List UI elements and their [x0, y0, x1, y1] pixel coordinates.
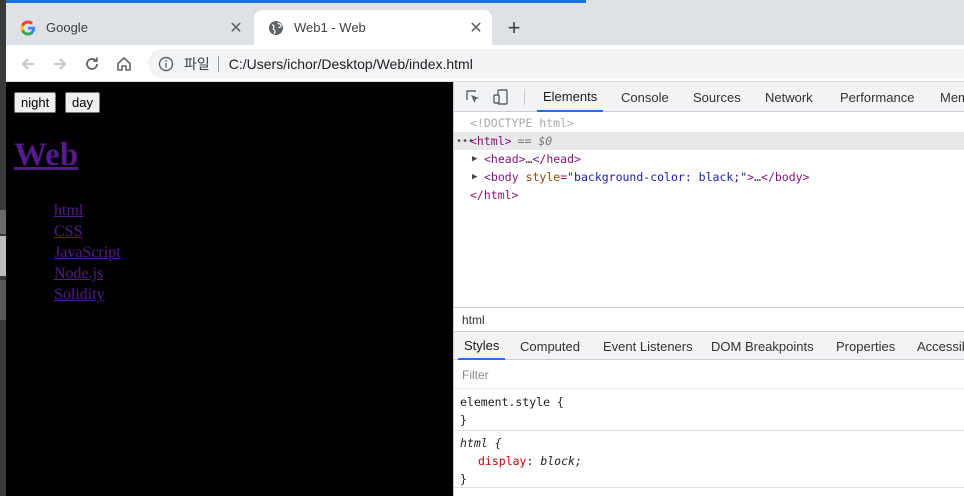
- topic-link-list: html CSS JavaScript Node.js Solidity: [54, 200, 121, 305]
- tab-performance[interactable]: Performance: [840, 82, 914, 112]
- selected-marker: == $0: [517, 134, 553, 148]
- back-arrow-icon: [21, 58, 34, 70]
- tab-dom-breakpoints[interactable]: DOM Breakpoints: [711, 332, 814, 360]
- url-scheme-label: 파일: [184, 55, 210, 72]
- browser-toolbar: 파일 C:/Users/ichor/Desktop/Web/index.html: [6, 45, 964, 82]
- close-icon[interactable]: ✕: [466, 18, 486, 38]
- omnibox-divider: [217, 55, 219, 72]
- head-ellipsis: …: [525, 152, 533, 166]
- rule-element-style[interactable]: element.style { }: [454, 391, 964, 431]
- breadcrumb: html: [454, 307, 964, 332]
- rule-html[interactable]: html { display: block; }: [454, 432, 964, 488]
- body-open-bracket: >: [747, 170, 755, 184]
- tab-strip: Google ✕ Web1 - Web ✕ +: [6, 10, 964, 45]
- inspect-element-icon[interactable]: [464, 88, 482, 106]
- info-icon: [158, 56, 174, 71]
- home-button[interactable]: [111, 51, 137, 77]
- tab-accessibility[interactable]: Accessib: [917, 332, 964, 360]
- link-javascript[interactable]: JavaScript: [54, 242, 121, 263]
- browser-window: Google ✕ Web1 - Web ✕ + 파일 C:/Users/icho…: [6, 0, 964, 496]
- tab-computed[interactable]: Computed: [520, 332, 580, 360]
- dom-body-node[interactable]: ▶ <body style = "background-color: black;"…: [454, 168, 964, 186]
- page-viewport: night day Web html CSS JavaScript Node.j…: [6, 82, 453, 496]
- html-close-tag: </html>: [470, 188, 519, 202]
- tab-title: Web1 - Web: [294, 20, 366, 35]
- devtools-tab-bar: Elements Console Sources Network Perform…: [454, 82, 964, 112]
- tab-properties[interactable]: Properties: [836, 332, 895, 360]
- body-close-tag: </body>: [761, 170, 810, 184]
- window-accent-bar: [6, 0, 586, 3]
- dom-html-node[interactable]: ••• <html> == $0: [454, 132, 964, 150]
- link-nodejs[interactable]: Node.js: [54, 263, 121, 284]
- body-attr-name: style: [525, 170, 561, 184]
- link-css[interactable]: CSS: [54, 221, 121, 242]
- toolbar-divider: [524, 89, 525, 105]
- rule-selector: html {: [460, 436, 502, 450]
- page-heading-link[interactable]: Web: [14, 137, 78, 174]
- link-html[interactable]: html: [54, 200, 121, 221]
- google-logo-icon: [20, 20, 36, 36]
- body-open-tag: <body: [484, 170, 519, 184]
- globe-icon: [268, 20, 284, 36]
- forward-arrow-icon: [54, 58, 67, 70]
- night-button[interactable]: night: [14, 92, 57, 113]
- styles-tab-bar: Styles Computed Event Listeners DOM Brea…: [454, 332, 964, 360]
- link-solidity[interactable]: Solidity: [54, 284, 121, 305]
- css-property: display: [478, 454, 527, 468]
- styles-filter-input[interactable]: Filter: [454, 361, 964, 389]
- devtools-panel: Elements Console Sources Network Perform…: [453, 82, 964, 496]
- reload-button[interactable]: [79, 51, 105, 77]
- expand-triangle-icon[interactable]: ▶: [472, 154, 484, 164]
- tab-web1[interactable]: Web1 - Web ✕: [254, 10, 492, 45]
- day-button[interactable]: day: [65, 92, 100, 113]
- tab-event-listeners[interactable]: Event Listeners: [603, 332, 693, 360]
- doctype-text: <!DOCTYPE html>: [470, 116, 574, 130]
- rule-close-brace: }: [460, 413, 467, 427]
- back-button[interactable]: [15, 51, 41, 77]
- new-tab-button[interactable]: +: [502, 15, 526, 40]
- rule-close-brace: }: [460, 472, 467, 486]
- url-text: C:/Users/ichor/Desktop/Web/index.html: [228, 55, 473, 72]
- html-open-tag: <html>: [470, 134, 512, 148]
- address-bar[interactable]: 파일 C:/Users/ichor/Desktop/Web/index.html: [148, 49, 964, 78]
- css-value: block;: [540, 454, 582, 468]
- home-icon: [117, 57, 131, 71]
- dom-head-node[interactable]: ▶ <head>… </head>: [454, 150, 964, 168]
- body-ellipsis: …: [754, 170, 762, 184]
- head-open-tag: <head>: [484, 152, 526, 166]
- tab-styles[interactable]: Styles: [458, 332, 506, 360]
- dom-doctype[interactable]: <!DOCTYPE html>: [454, 114, 964, 132]
- device-toolbar-icon[interactable]: [492, 88, 510, 106]
- body-attr-value: "background-color: black;": [567, 170, 748, 184]
- tab-memory[interactable]: Mem: [940, 82, 964, 112]
- tab-elements[interactable]: Elements: [537, 82, 604, 112]
- close-icon[interactable]: ✕: [226, 18, 246, 38]
- dom-html-close[interactable]: </html>: [454, 186, 964, 204]
- tab-sources[interactable]: Sources: [693, 82, 741, 112]
- tab-title: Google: [46, 20, 88, 35]
- tab-google[interactable]: Google ✕: [6, 10, 252, 45]
- tab-network[interactable]: Network: [765, 82, 813, 112]
- more-options-icon[interactable]: •••: [456, 136, 474, 147]
- breadcrumb-html[interactable]: html: [462, 313, 485, 327]
- forward-button[interactable]: [47, 51, 73, 77]
- tab-console[interactable]: Console: [621, 82, 669, 112]
- reload-icon: [86, 57, 98, 70]
- rule-selector: element.style {: [460, 395, 564, 409]
- head-close-tag: </head>: [532, 152, 581, 166]
- expand-triangle-icon[interactable]: ▶: [472, 172, 484, 182]
- dom-tree: <!DOCTYPE html> ••• <html> == $0 ▶ <head…: [454, 112, 964, 307]
